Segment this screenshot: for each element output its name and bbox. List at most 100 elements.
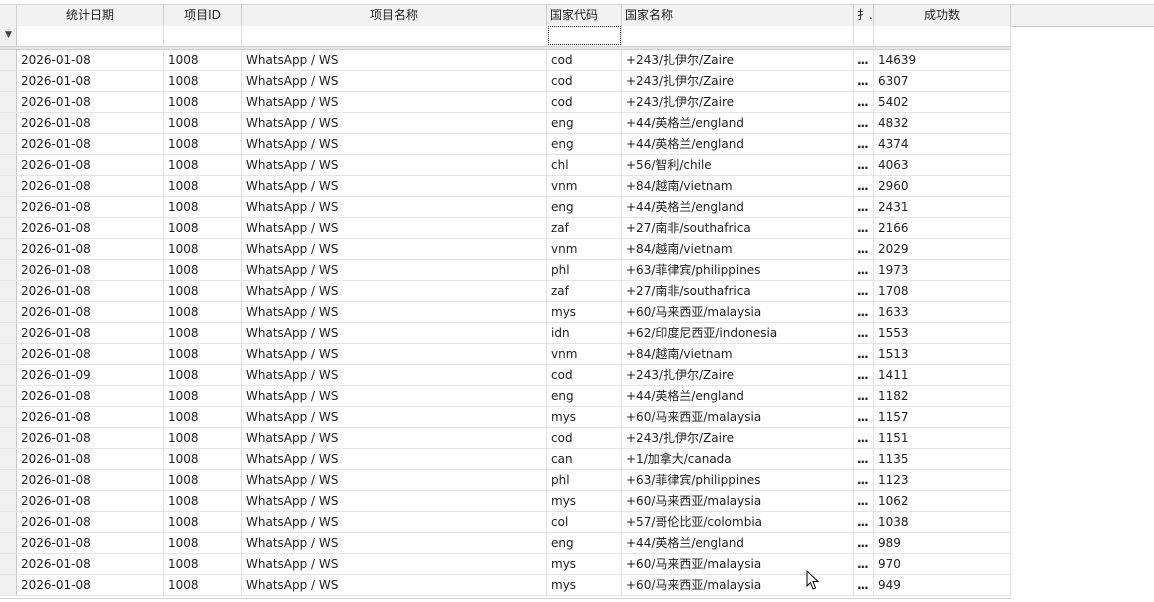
cell-pname[interactable]: WhatsApp / WS xyxy=(242,323,547,343)
cell-code[interactable]: eng xyxy=(547,386,622,406)
cell-code[interactable]: phl xyxy=(547,260,622,280)
cell-code[interactable]: chl xyxy=(547,155,622,175)
cell-x[interactable]: ... xyxy=(854,365,874,385)
cell-code[interactable]: cod xyxy=(547,50,622,70)
cell-count[interactable]: 1633 xyxy=(874,302,1011,322)
cell-pname[interactable]: WhatsApp / WS xyxy=(242,71,547,91)
table-row[interactable]: 2026-01-08 1008 WhatsApp / WS vnm +84/越南/vie… xyxy=(0,176,1011,197)
table-row[interactable]: 2026-01-08 1008 WhatsApp / WS eng +44/英格兰/en… xyxy=(0,113,1011,134)
cell-date[interactable]: 2026-01-08 xyxy=(17,323,164,343)
table-row[interactable]: 2026-01-08 1008 WhatsApp / WS phl +63/菲律宾/ph… xyxy=(0,470,1011,491)
cell-count[interactable]: 1123 xyxy=(874,470,1011,490)
cell-pname[interactable]: WhatsApp / WS xyxy=(242,50,547,70)
cell-pid[interactable]: 1008 xyxy=(164,428,242,448)
cell-count[interactable]: 6307 xyxy=(874,71,1011,91)
cell-pid[interactable]: 1008 xyxy=(164,218,242,238)
cell-x[interactable]: ... xyxy=(854,302,874,322)
cell-x[interactable]: ... xyxy=(854,554,874,574)
cell-date[interactable]: 2026-01-08 xyxy=(17,386,164,406)
table-row[interactable]: 2026-01-08 1008 WhatsApp / WS cod +243/扎伊尔/Z… xyxy=(0,428,1011,449)
cell-code[interactable]: eng xyxy=(547,197,622,217)
cell-count[interactable]: 2029 xyxy=(874,239,1011,259)
filter-cell-count[interactable] xyxy=(874,26,1011,46)
cell-count[interactable]: 4832 xyxy=(874,113,1011,133)
cell-count[interactable]: 989 xyxy=(874,533,1011,553)
cell-code[interactable]: idn xyxy=(547,323,622,343)
cell-pid[interactable]: 1008 xyxy=(164,575,242,595)
cell-count[interactable]: 1038 xyxy=(874,512,1011,532)
cell-x[interactable]: ... xyxy=(854,449,874,469)
cell-pid[interactable]: 1008 xyxy=(164,155,242,175)
table-row[interactable]: 2026-01-08 1008 WhatsApp / WS mys +60/马来西亚/m… xyxy=(0,407,1011,428)
cell-pname[interactable]: WhatsApp / WS xyxy=(242,92,547,112)
cell-pid[interactable]: 1008 xyxy=(164,449,242,469)
cell-date[interactable]: 2026-01-08 xyxy=(17,428,164,448)
cell-pname[interactable]: WhatsApp / WS xyxy=(242,134,547,154)
cell-code[interactable]: eng xyxy=(547,533,622,553)
cell-country[interactable]: +62/印度尼西亚/indonesia xyxy=(622,323,854,343)
cell-pid[interactable]: 1008 xyxy=(164,239,242,259)
cell-pid[interactable]: 1008 xyxy=(164,470,242,490)
cell-count[interactable]: 5402 xyxy=(874,92,1011,112)
cell-pid[interactable]: 1008 xyxy=(164,323,242,343)
cell-date[interactable]: 2026-01-08 xyxy=(17,134,164,154)
table-row[interactable]: 2026-01-08 1008 WhatsApp / WS phl +63/菲律宾/ph… xyxy=(0,260,1011,281)
table-row[interactable]: 2026-01-08 1008 WhatsApp / WS cod +243/扎伊尔/Z… xyxy=(0,92,1011,113)
cell-country[interactable]: +44/英格兰/england xyxy=(622,533,854,553)
cell-date[interactable]: 2026-01-08 xyxy=(17,92,164,112)
cell-count[interactable]: 2431 xyxy=(874,197,1011,217)
cell-country[interactable]: +84/越南/vietnam xyxy=(622,239,854,259)
table-row[interactable]: 2026-01-08 1008 WhatsApp / WS chl +56/智利/chi… xyxy=(0,155,1011,176)
cell-date[interactable]: 2026-01-08 xyxy=(17,575,164,595)
cell-date[interactable]: 2026-01-08 xyxy=(17,113,164,133)
cell-count[interactable]: 1062 xyxy=(874,491,1011,511)
cell-count[interactable]: 2166 xyxy=(874,218,1011,238)
cell-date[interactable]: 2026-01-08 xyxy=(17,344,164,364)
cell-date[interactable]: 2026-01-08 xyxy=(17,281,164,301)
cell-pname[interactable]: WhatsApp / WS xyxy=(242,449,547,469)
filter-cell-date[interactable] xyxy=(17,26,164,46)
cell-code[interactable]: eng xyxy=(547,134,622,154)
cell-country[interactable]: +60/马来西亚/malaysia xyxy=(622,491,854,511)
cell-pid[interactable]: 1008 xyxy=(164,407,242,427)
cell-code[interactable]: mys xyxy=(547,407,622,427)
cell-date[interactable]: 2026-01-08 xyxy=(17,302,164,322)
cell-country[interactable]: +60/马来西亚/malaysia xyxy=(622,302,854,322)
cell-date[interactable]: 2026-01-08 xyxy=(17,176,164,196)
cell-x[interactable]: ... xyxy=(854,533,874,553)
cell-country[interactable]: +57/哥伦比亚/colombia xyxy=(622,512,854,532)
cell-date[interactable]: 2026-01-08 xyxy=(17,239,164,259)
cell-x[interactable]: ... xyxy=(854,386,874,406)
filter-cell-country[interactable] xyxy=(622,26,854,46)
cell-pid[interactable]: 1008 xyxy=(164,554,242,574)
cell-date[interactable]: 2026-01-08 xyxy=(17,470,164,490)
cell-x[interactable]: ... xyxy=(854,512,874,532)
cell-country[interactable]: +44/英格兰/england xyxy=(622,386,854,406)
cell-x[interactable]: ... xyxy=(854,575,874,595)
cell-x[interactable]: ... xyxy=(854,470,874,490)
cell-pid[interactable]: 1008 xyxy=(164,281,242,301)
cell-country[interactable]: +243/扎伊尔/Zaire xyxy=(622,428,854,448)
cell-x[interactable]: ... xyxy=(854,71,874,91)
cell-country[interactable]: +60/马来西亚/malaysia xyxy=(622,407,854,427)
cell-pid[interactable]: 1008 xyxy=(164,50,242,70)
cell-pname[interactable]: WhatsApp / WS xyxy=(242,281,547,301)
cell-pname[interactable]: WhatsApp / WS xyxy=(242,491,547,511)
cell-country[interactable]: +1/加拿大/canada xyxy=(622,449,854,469)
cell-x[interactable]: ... xyxy=(854,428,874,448)
cell-x[interactable]: ... xyxy=(854,239,874,259)
cell-count[interactable]: 4063 xyxy=(874,155,1011,175)
cell-code[interactable]: cod xyxy=(547,92,622,112)
table-row[interactable]: 2026-01-08 1008 WhatsApp / WS cod +243/扎伊尔/Z… xyxy=(0,50,1011,71)
cell-pid[interactable]: 1008 xyxy=(164,302,242,322)
cell-count[interactable]: 1553 xyxy=(874,323,1011,343)
cell-x[interactable]: ... xyxy=(854,218,874,238)
table-row[interactable]: 2026-01-08 1008 WhatsApp / WS col +57/哥伦比亚/c… xyxy=(0,512,1011,533)
column-header-pid[interactable]: 项目ID xyxy=(164,5,242,26)
cell-pid[interactable]: 1008 xyxy=(164,512,242,532)
cell-pname[interactable]: WhatsApp / WS xyxy=(242,365,547,385)
column-header-count[interactable]: 成功数 xyxy=(874,5,1011,26)
cell-code[interactable]: cod xyxy=(547,71,622,91)
cell-date[interactable]: 2026-01-08 xyxy=(17,197,164,217)
table-row[interactable]: 2026-01-09 1008 WhatsApp / WS cod +243/扎伊尔/Z… xyxy=(0,365,1011,386)
